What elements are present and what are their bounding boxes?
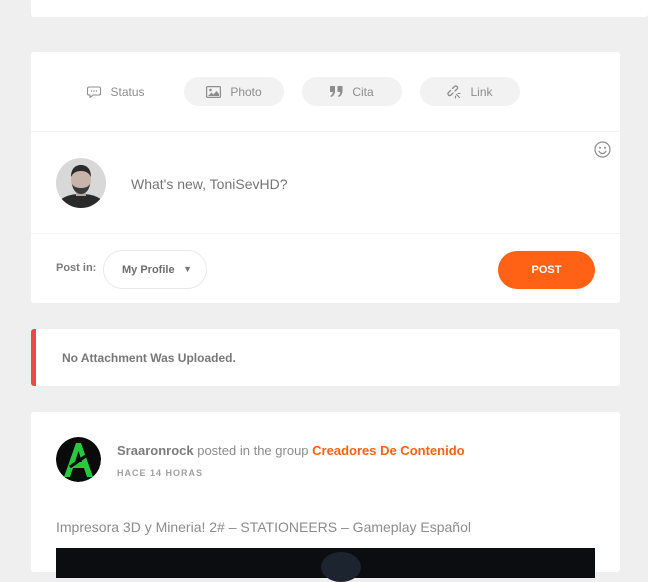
post-in-select[interactable]: My Profile ▼ [103,250,207,289]
composer-tabs: Status Photo Cita Link [31,52,620,132]
tab-quote-label: Cita [352,84,374,99]
link-icon [447,84,462,99]
activity-group-link[interactable]: Creadores De Contenido [312,443,464,458]
current-user-avatar[interactable] [56,158,106,208]
alert-message: No Attachment Was Uploaded. [62,351,236,365]
tab-status-label: Status [110,84,145,99]
post-button[interactable]: POST [498,251,595,289]
status-input[interactable] [131,176,571,192]
tab-photo-label: Photo [230,84,262,99]
chevron-down-icon: ▼ [183,264,192,274]
tab-quote[interactable]: Cita [302,77,402,106]
tab-link-label: Link [470,84,493,99]
emoji-icon[interactable] [594,141,611,158]
video-embed[interactable] [56,548,595,582]
user-avatar[interactable] [56,437,101,482]
image-icon [206,85,222,98]
tab-link[interactable]: Link [420,77,520,106]
tab-photo[interactable]: Photo [184,77,284,106]
post-composer: Status Photo Cita Link What's new, ToniS… [31,52,620,303]
activity-item: Sraaronrock posted in the group Creadore… [31,412,620,582]
previous-card [31,0,648,17]
post-in-value: My Profile [122,263,175,276]
video-thumbnail-highlight [321,552,361,582]
activity-user-link[interactable]: Sraaronrock [117,443,194,458]
quote-icon [330,86,343,97]
tab-status[interactable]: Status [87,77,145,106]
speech-bubble-icon [87,85,102,98]
activity-action: posted in the group [197,443,309,458]
activity-meta: Sraaronrock posted in the group Creadore… [117,443,465,458]
composer-footer: Post in: My Profile ▼ POST [31,233,620,303]
post-in-label: Post in: [56,262,97,274]
upload-alert: No Attachment Was Uploaded. [31,329,620,386]
activity-post-title: Impresora 3D y Mineria! 2# – STATIONEERS… [56,519,471,535]
activity-timestamp: HACE 14 HORAS [117,468,204,478]
